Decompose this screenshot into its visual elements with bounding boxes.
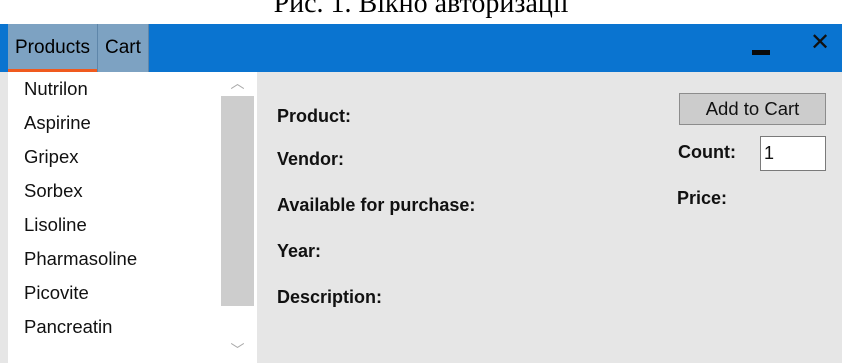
year-label: Year: [277, 241, 322, 261]
close-icon: ✕ [809, 28, 831, 56]
count-label: Count: [678, 142, 736, 162]
scroll-thumb[interactable] [221, 96, 254, 306]
scroll-down-icon[interactable]: ﹀ [218, 339, 257, 363]
add-to-cart-button[interactable]: Add to Cart [679, 93, 826, 125]
product-details-panel: Product: Vendor: Available for purchase:… [257, 72, 842, 363]
list-item[interactable]: Sorbex [8, 174, 218, 208]
product-list[interactable]: Nutrilon Aspirine Gripex Sorbex Lisoline… [8, 72, 257, 363]
vertical-scrollbar[interactable]: ︿ ﹀ [218, 72, 257, 363]
list-item[interactable]: Pancreatin [8, 310, 218, 344]
list-item[interactable]: Picovite [8, 276, 218, 310]
app-window: Products Cart ✕ Nutrilon Aspirine Gripex… [0, 24, 842, 363]
title-bar: Products Cart ✕ [0, 24, 842, 72]
vendor-label: Vendor: [277, 149, 345, 169]
tab-products[interactable]: Products [8, 24, 98, 72]
caption-text: Рис. 1. Вікно авторизації [273, 0, 569, 19]
list-item[interactable]: Pharmasoline [8, 242, 218, 276]
scroll-up-icon[interactable]: ︿ [218, 72, 257, 96]
list-item[interactable]: Gripex [8, 140, 218, 174]
minimize-icon [752, 50, 770, 55]
list-item[interactable]: Lisoline [8, 208, 218, 242]
price-label: Price: [677, 188, 728, 208]
tab-strip: Products Cart [8, 24, 149, 72]
product-list-items: Nutrilon Aspirine Gripex Sorbex Lisoline… [8, 72, 218, 344]
close-button[interactable]: ✕ [802, 24, 838, 72]
product-label: Product: [277, 106, 351, 126]
description-label: Description: [277, 287, 383, 307]
figure-caption: Рис. 1. Вікно авторизації [0, 0, 842, 24]
list-item[interactable]: Nutrilon [8, 72, 218, 106]
tab-cart[interactable]: Cart [97, 24, 149, 72]
minimize-button[interactable] [743, 24, 779, 72]
count-input[interactable] [760, 136, 826, 171]
available-label: Available for purchase: [277, 195, 476, 215]
list-item[interactable]: Aspirine [8, 106, 218, 140]
